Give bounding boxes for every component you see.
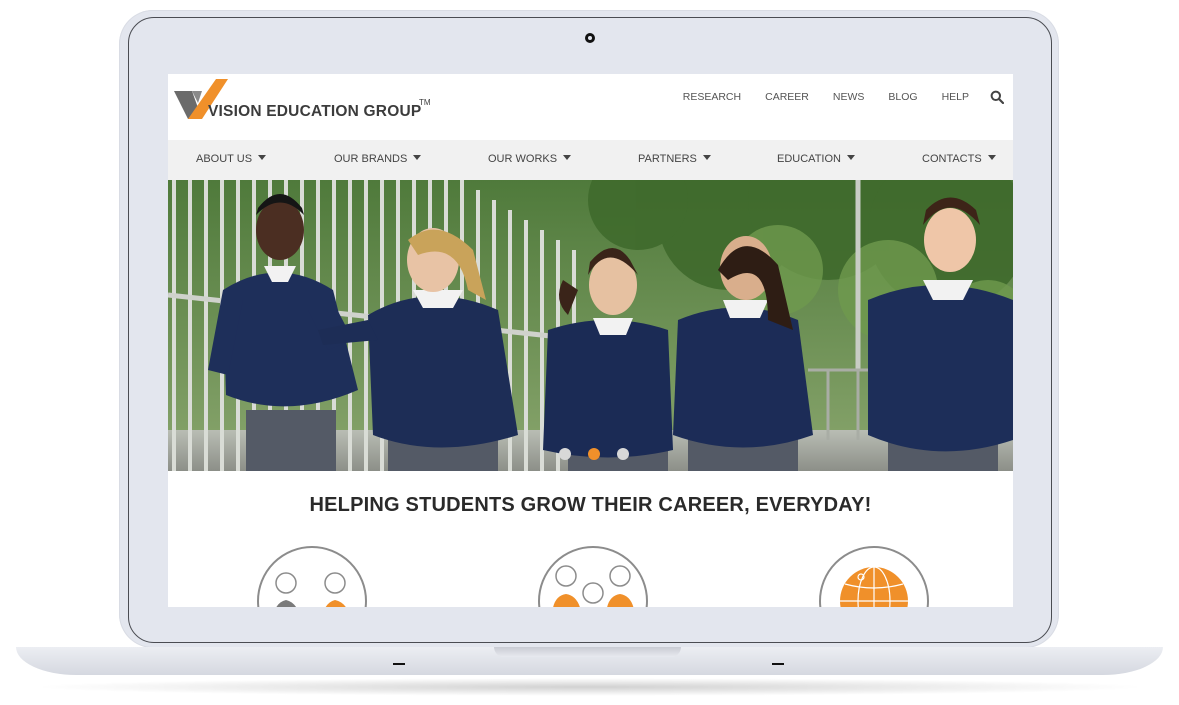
top-link-career[interactable]: CAREER	[765, 91, 809, 103]
hero-photo-students	[168, 180, 1013, 471]
caret-down-icon	[563, 155, 572, 160]
caret-down-icon	[702, 155, 711, 160]
slide-dot-2-active[interactable]	[588, 448, 600, 460]
caret-down-icon	[987, 155, 996, 160]
brand-name[interactable]: VISION EDUCATION GROUP	[208, 103, 421, 121]
website-screen: VISION EDUCATION GROUP TM RESEARCH CAREE…	[168, 74, 1013, 607]
hero-slider[interactable]	[168, 180, 1013, 471]
nav-item-partners[interactable]: PARTNERS	[638, 153, 711, 165]
main-nav: ABOUT US OUR BRANDS OUR WORKS PARTNERS E…	[168, 140, 1013, 180]
mentoring-people-icon	[257, 546, 367, 607]
webcam-icon	[585, 33, 595, 43]
nav-item-contacts[interactable]: CONTACTS	[922, 153, 996, 165]
top-link-news[interactable]: NEWS	[833, 91, 865, 103]
nav-item-label: OUR BRANDS	[334, 153, 408, 165]
laptop-foot	[393, 663, 405, 665]
nav-item-our-brands[interactable]: OUR BRANDS	[334, 153, 422, 165]
group-students-icon	[538, 546, 648, 607]
site-header: VISION EDUCATION GROUP TM RESEARCH CAREE…	[168, 74, 1013, 140]
globe-icon	[819, 546, 929, 607]
nav-item-label: ABOUT US	[196, 153, 253, 165]
trademark-symbol: TM	[419, 98, 431, 107]
caret-down-icon	[846, 155, 855, 160]
nav-item-label: OUR WORKS	[488, 153, 558, 165]
nav-item-our-works[interactable]: OUR WORKS	[488, 153, 572, 165]
search-icon[interactable]	[990, 90, 1004, 104]
nav-item-education[interactable]: EDUCATION	[777, 153, 855, 165]
page-tagline: HELPING STUDENTS GROW THEIR CAREER, EVER…	[309, 494, 872, 516]
nav-item-about-us[interactable]: ABOUT US	[196, 153, 267, 165]
slide-dot-3[interactable]	[617, 448, 629, 460]
slide-dot-1[interactable]	[559, 448, 571, 460]
top-links: RESEARCH CAREER NEWS BLOG HELP	[683, 91, 969, 103]
nav-item-label: CONTACTS	[922, 153, 982, 165]
caret-down-icon	[258, 155, 267, 160]
laptop-base-notch	[494, 647, 681, 657]
laptop-foot	[772, 663, 784, 665]
nav-item-label: EDUCATION	[777, 153, 841, 165]
top-link-research[interactable]: RESEARCH	[683, 91, 741, 103]
caret-down-icon	[413, 155, 422, 160]
top-link-help[interactable]: HELP	[942, 91, 969, 103]
top-link-blog[interactable]: BLOG	[888, 91, 917, 103]
laptop-shadow	[30, 678, 1150, 696]
nav-item-label: PARTNERS	[638, 153, 697, 165]
